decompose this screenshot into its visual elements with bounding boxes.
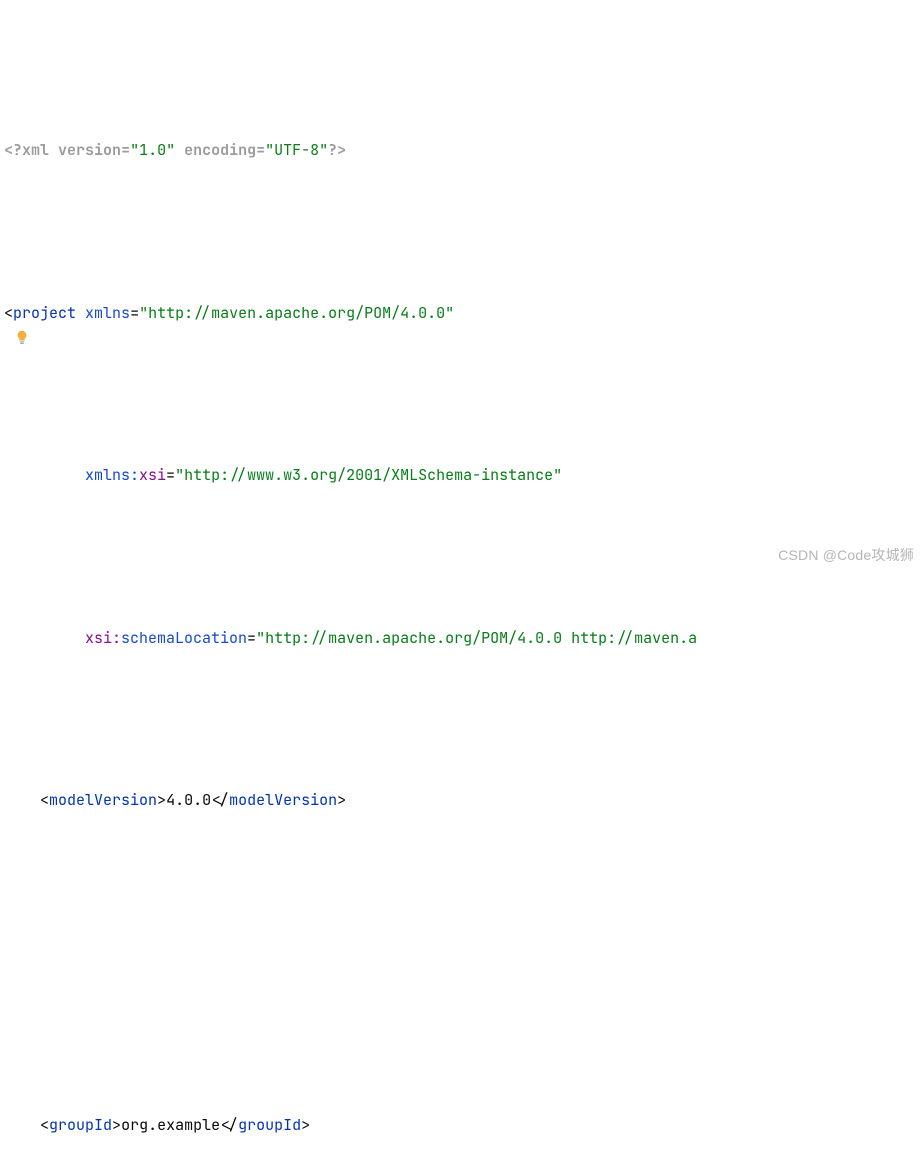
attr-version: version [58, 140, 121, 160]
pi-close: ?> [328, 140, 346, 160]
code-line[interactable]: xmlns:xsi="http://www.w3.org/2001/XMLSch… [4, 459, 924, 492]
tag-groupid: groupId [49, 1115, 112, 1135]
tag-modelversion-close: modelVersion [229, 790, 337, 810]
code-line[interactable]: <groupId>org.example</groupId> [4, 1109, 924, 1142]
val-encoding: "UTF-8" [265, 140, 328, 160]
tag-modelversion: modelVersion [49, 790, 157, 810]
code-line[interactable]: xsi:schemaLocation="http://maven.apache.… [4, 622, 924, 655]
attr-xmlns: xmlns [85, 303, 130, 323]
pi-name: xml [22, 140, 49, 160]
code-editor[interactable]: <?xml version="1.0" encoding="UTF-8"?> <… [4, 4, 924, 1154]
val-schemaloc: "http://maven.apache.org/POM/4.0.0 http:… [256, 628, 697, 648]
attr-schemaloc-local: schemaLocation [121, 628, 247, 648]
code-line[interactable]: <?xml version="1.0" encoding="UTF-8"?> [4, 134, 924, 167]
val-version: "1.0" [130, 140, 175, 160]
watermark-text: CSDN @Code攻城狮 [778, 539, 914, 572]
attr-encoding: encoding [184, 140, 256, 160]
pi-open: <? [4, 140, 22, 160]
attr-schemaloc-prefix: xsi: [85, 628, 121, 648]
val-xmlnsxsi: "http://www.w3.org/2001/XMLSchema-instan… [175, 465, 562, 485]
tag-project: project [13, 303, 76, 323]
val-xmlns: "http://maven.apache.org/POM/4.0.0" [139, 303, 454, 323]
attr-xmlnsxsi-prefix: xmlns: [85, 465, 139, 485]
code-line[interactable]: <project xmlns="http://maven.apache.org/… [4, 297, 924, 330]
tag-groupid-close: groupId [238, 1115, 301, 1135]
val-groupid: org.example [121, 1115, 220, 1135]
attr-xmlnsxsi-local: xsi [139, 465, 166, 485]
val-modelversion: 4.0.0 [166, 790, 211, 810]
code-line-blank[interactable] [4, 947, 924, 980]
code-line[interactable]: <modelVersion>4.0.0</modelVersion> [4, 784, 924, 817]
